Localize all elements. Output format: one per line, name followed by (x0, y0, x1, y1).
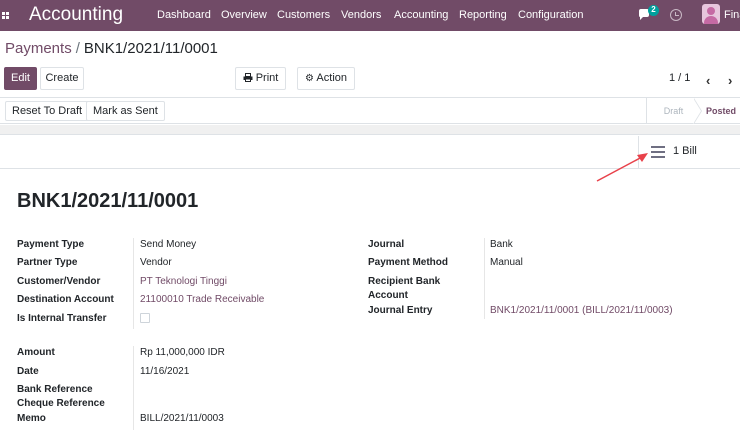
printer-icon (243, 73, 253, 82)
memo-value: BILL/2021/11/0003 (140, 413, 224, 424)
print-button[interactable]: Print (235, 67, 286, 90)
internal-transfer-label: Is Internal Transfer (17, 313, 107, 324)
amount-value: Rp 11,000,000 IDR (140, 347, 225, 358)
menu-vendors[interactable]: Vendors (341, 9, 381, 21)
menu-overview[interactable]: Overview (221, 9, 267, 21)
journal-value: Bank (490, 239, 513, 250)
chat-count-badge: 2 (648, 5, 659, 16)
customer-vendor-link[interactable]: PT Teknologi Tinggi (140, 275, 227, 288)
menu-dashboard[interactable]: Dashboard (157, 9, 211, 21)
menu-accounting[interactable]: Accounting (394, 9, 448, 21)
breadcrumb: Payments / BNK1/2021/11/0001 (5, 40, 218, 57)
top-navbar: Accounting Dashboard Overview Customers … (0, 0, 740, 31)
payment-method-label: Payment Method (368, 257, 449, 268)
apps-menu-icon[interactable] (2, 12, 9, 19)
user-avatar[interactable] (702, 4, 720, 24)
breadcrumb-current: BNK1/2021/11/0001 (83, 40, 218, 57)
payment-type-value: Send Money (140, 239, 197, 250)
menu-configuration[interactable]: Configuration (518, 9, 583, 21)
partner-type-value: Vendor (140, 257, 172, 268)
action-label: Action (316, 72, 347, 84)
edit-button[interactable]: Edit (4, 67, 37, 90)
stage-draft[interactable]: Draft (646, 98, 700, 124)
cheque-reference-label: Cheque Reference (17, 398, 105, 409)
gear-icon: ⚙ (305, 73, 314, 84)
stage-divider-fill (693, 98, 701, 124)
date-label: Date (17, 366, 39, 377)
activity-clock-icon[interactable] (670, 9, 682, 21)
journal-entry-label: Journal Entry (368, 305, 433, 316)
app-name[interactable]: Accounting (29, 4, 123, 26)
field-divider (484, 238, 485, 319)
reset-to-draft-button[interactable]: Reset To Draft (5, 101, 90, 121)
stage-posted: Posted (705, 106, 736, 116)
recipient-bank-account-label-line2: Account (368, 290, 408, 301)
amount-label: Amount (17, 347, 55, 358)
breadcrumb-separator: / (75, 40, 80, 57)
create-button[interactable]: Create (40, 67, 84, 90)
memo-label: Memo (17, 413, 46, 424)
user-name[interactable]: Fina (724, 9, 740, 21)
customer-vendor-label: Customer/Vendor (17, 276, 101, 287)
payment-method-value: Manual (490, 257, 523, 268)
action-button[interactable]: ⚙ Action (297, 67, 355, 90)
internal-transfer-checkbox[interactable] (140, 313, 150, 323)
destination-account-label: Destination Account (17, 294, 114, 305)
field-divider (133, 346, 134, 430)
record-title: BNK1/2021/11/0001 (17, 190, 199, 212)
mark-as-sent-button[interactable]: Mark as Sent (86, 101, 165, 121)
payment-type-label: Payment Type (17, 239, 85, 250)
status-bar: Reset To Draft Mark as Sent Draft Posted (0, 98, 740, 124)
sheet-band (0, 125, 740, 135)
chevron-left-icon[interactable]: ‹ (706, 73, 710, 88)
journal-label: Journal (368, 239, 405, 250)
date-value: 11/16/2021 (140, 366, 190, 377)
field-divider (133, 238, 134, 329)
destination-account-link[interactable]: 21100010 Trade Receivable (140, 293, 264, 306)
menu-reporting[interactable]: Reporting (459, 9, 507, 21)
annotation-arrow-icon (596, 153, 648, 182)
partner-type-label: Partner Type (17, 257, 78, 268)
bills-smart-button-label: 1 Bill (673, 145, 697, 157)
pager-value[interactable]: 1 / 1 (669, 72, 690, 84)
journal-entry-link[interactable]: BNK1/2021/11/0001 (BILL/2021/11/0003) (490, 304, 673, 317)
print-label: Print (255, 72, 279, 84)
chevron-right-icon[interactable]: › (728, 73, 732, 88)
recipient-bank-account-label-line1: Recipient Bank (368, 276, 441, 287)
breadcrumb-payments-link[interactable]: Payments (5, 40, 72, 57)
bank-reference-label: Bank Reference (17, 384, 93, 395)
menu-customers[interactable]: Customers (277, 9, 330, 21)
